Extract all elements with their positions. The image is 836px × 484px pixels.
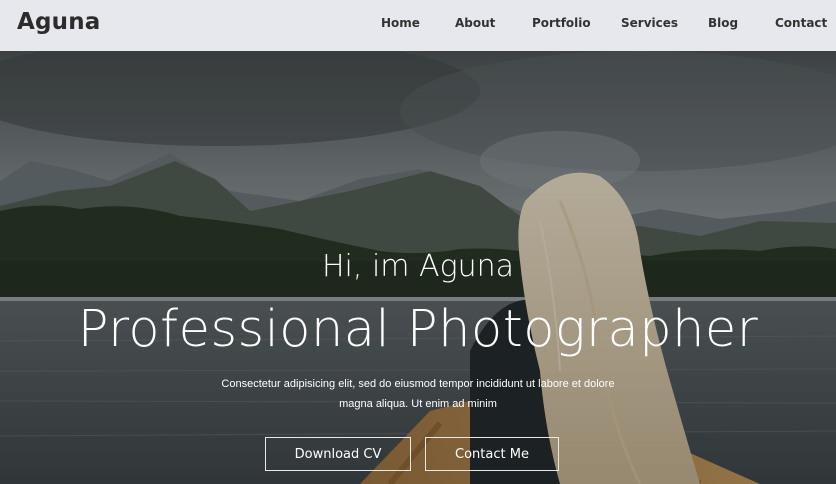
nav-portfolio[interactable]: Portfolio bbox=[532, 15, 591, 31]
main-nav: Home About Portfolio Services Blog Conta… bbox=[0, 0, 836, 51]
hero-description: Consectetur adipisicing elit, sed do eiu… bbox=[190, 374, 646, 414]
nav-home[interactable]: Home bbox=[381, 15, 420, 31]
hero-description-line-1: Consectetur adipisicing elit, sed do eiu… bbox=[221, 378, 615, 390]
nav-blog[interactable]: Blog bbox=[708, 15, 738, 31]
hero-section: Hi, im Aguna Professional Photographer C… bbox=[0, 51, 836, 484]
hero-greeting: Hi, im Aguna bbox=[322, 249, 514, 284]
nav-about[interactable]: About bbox=[455, 15, 495, 31]
contact-me-button[interactable]: Contact Me bbox=[425, 437, 559, 471]
nav-contact[interactable]: Contact bbox=[775, 15, 827, 31]
download-cv-button[interactable]: Download CV bbox=[265, 437, 411, 471]
top-navbar: Aguna Home About Portfolio Services Blog… bbox=[0, 0, 836, 51]
hero-title: Professional Photographer bbox=[77, 300, 759, 359]
hero-description-line-2: magna aliqua. Ut enim ad minim bbox=[339, 398, 497, 410]
nav-services[interactable]: Services bbox=[621, 15, 678, 31]
